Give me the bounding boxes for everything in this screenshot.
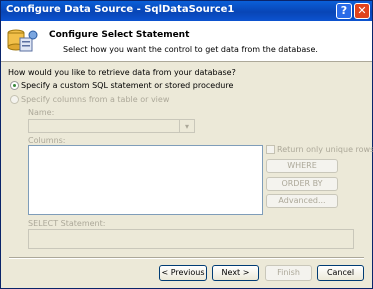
custom-sql-label[interactable]: Specify a custom SQL statement or stored… [21, 81, 233, 90]
order-by-button[interactable]: ORDER BY [266, 177, 338, 191]
wizard-header: Configure Select Statement Select how yo… [1, 21, 372, 62]
custom-sql-radio[interactable] [10, 81, 19, 90]
close-button[interactable]: ✕ [354, 3, 370, 19]
window-title: Configure Data Source - SqlDataSource1 [6, 4, 235, 15]
columns-list[interactable] [28, 145, 263, 215]
dialog-window: Configure Data Source - SqlDataSource1 ?… [0, 0, 373, 289]
title-bar[interactable]: Configure Data Source - SqlDataSource1 ?… [1, 1, 372, 21]
header-title: Configure Select Statement [49, 30, 190, 40]
select-statement-box[interactable] [28, 229, 354, 249]
database-wizard-icon [7, 29, 38, 52]
where-button[interactable]: WHERE [266, 159, 338, 173]
next-button[interactable]: Next > [212, 265, 259, 281]
footer-divider [9, 257, 364, 259]
retrieve-question: How would you like to retrieve data from… [8, 68, 236, 77]
cancel-button[interactable]: Cancel [317, 265, 364, 281]
columns-label: Columns: [28, 136, 66, 145]
table-view-radio[interactable] [10, 95, 19, 104]
header-subtitle: Select how you want the control to get d… [63, 45, 318, 54]
name-combobox[interactable]: ▾ [28, 119, 195, 133]
chevron-down-icon: ▾ [179, 120, 194, 132]
previous-button[interactable]: < Previous [159, 265, 207, 281]
help-button[interactable]: ? [336, 3, 352, 19]
finish-button[interactable]: Finish [265, 265, 312, 281]
unique-rows-checkbox[interactable] [266, 145, 275, 154]
unique-rows-label[interactable]: Return only unique rows [277, 145, 373, 154]
table-view-label[interactable]: Specify columns from a table or view [21, 95, 169, 104]
select-statement-label: SELECT Statement: [28, 219, 106, 228]
advanced-button[interactable]: Advanced... [266, 194, 338, 208]
name-label: Name: [28, 108, 55, 117]
